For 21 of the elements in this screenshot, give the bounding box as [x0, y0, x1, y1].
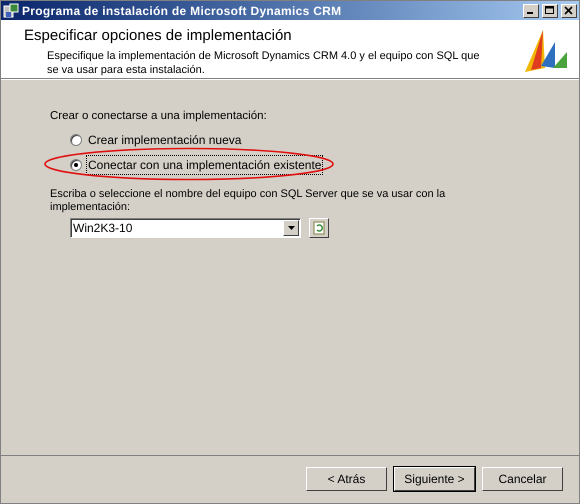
- wizard-button[interactable]: Siguiente >: [394, 466, 475, 490]
- page-description: Especifique la implementación de Microsoft Dynamics CRM 4.0 y el equipo con SQL que se va usar para esta instalación.: [46, 49, 480, 77]
- setup-app-icon: [3, 2, 19, 18]
- radio-button[interactable]: [70, 134, 82, 146]
- wizard-button[interactable]: < Atrás: [306, 466, 387, 490]
- maximize-button[interactable]: [542, 4, 558, 18]
- close-icon: [564, 6, 574, 15]
- refresh-icon: [313, 221, 325, 236]
- refresh-button[interactable]: [309, 218, 329, 238]
- dropdown-arrow-icon: [288, 226, 294, 230]
- wizard-button[interactable]: Cancelar: [482, 466, 563, 490]
- radio-label[interactable]: Crear implementación nueva: [87, 131, 242, 150]
- maximize-icon: [545, 6, 555, 15]
- page-title: Especificar opciones de implementación: [24, 26, 293, 46]
- section-label: Crear o conectarse a una implementación:: [50, 109, 268, 124]
- minimize-button[interactable]: [523, 4, 539, 18]
- close-button[interactable]: [561, 4, 577, 18]
- server-label: Escriba o seleccione el nombre del equipo con SQL Server que se va usar con la implementación:: [50, 188, 446, 214]
- radio-button[interactable]: [70, 159, 82, 172]
- window-title: Programa de instalación de Microsoft Dynamics CRM: [22, 2, 342, 20]
- server-combobox[interactable]: Win2K3-10: [70, 218, 301, 238]
